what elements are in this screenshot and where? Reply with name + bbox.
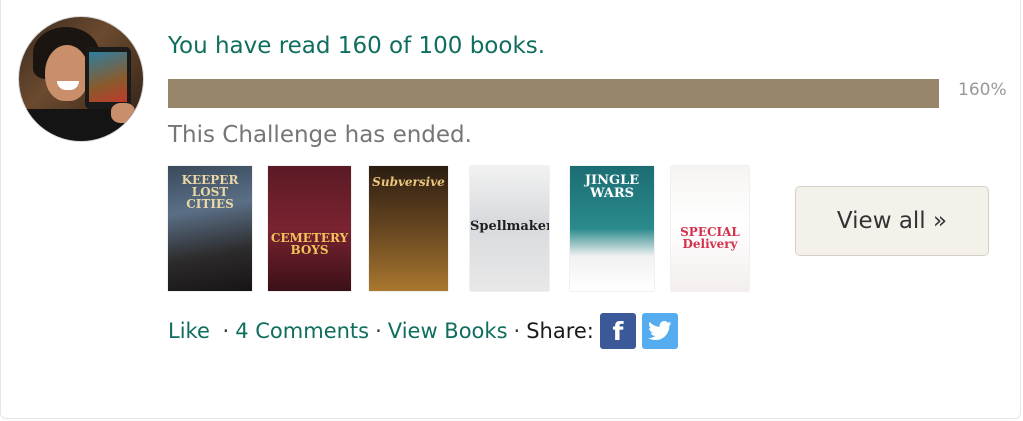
progress-bar xyxy=(168,79,939,108)
challenge-actions: Like · 4 Comments · View Books · Share: … xyxy=(168,313,678,349)
book-cover-title: Spellmaker xyxy=(470,219,549,234)
progress-percent: 160% xyxy=(958,80,1007,100)
book-cover[interactable]: KEEPER LOST CITIES xyxy=(168,166,252,291)
progress-bar-fill xyxy=(168,79,939,108)
book-cover-title: Subversive xyxy=(372,175,445,189)
separator: · xyxy=(375,319,382,343)
book-cover-title: SPECIAL Delivery xyxy=(680,225,740,251)
challenge-status: This Challenge has ended. xyxy=(168,122,472,148)
share-label: Share: xyxy=(526,319,594,343)
user-avatar[interactable] xyxy=(18,16,144,142)
book-cover[interactable]: JINGLE WARS xyxy=(570,166,654,291)
book-cover-title: JINGLE WARS xyxy=(584,173,640,201)
book-cover-title: CEMETERY BOYS xyxy=(270,231,349,257)
view-all-button[interactable]: View all » xyxy=(795,186,989,256)
view-books-link[interactable]: View Books xyxy=(388,319,508,343)
book-cover[interactable]: Subversive xyxy=(369,166,448,291)
book-cover[interactable]: CEMETERY BOYS xyxy=(268,166,351,291)
book-cover[interactable]: SPECIAL Delivery xyxy=(671,166,749,291)
separator: · xyxy=(215,319,230,343)
facebook-icon[interactable]: f xyxy=(599,313,636,349)
like-link[interactable]: Like xyxy=(168,319,210,343)
separator: · xyxy=(513,319,521,343)
book-cover[interactable]: Spellmaker xyxy=(470,166,549,291)
comments-link[interactable]: 4 Comments xyxy=(235,319,369,343)
challenge-progress-text: You have read 160 of 100 books. xyxy=(168,33,546,59)
book-cover-title: KEEPER LOST CITIES xyxy=(181,173,239,211)
twitter-icon[interactable] xyxy=(641,313,678,349)
